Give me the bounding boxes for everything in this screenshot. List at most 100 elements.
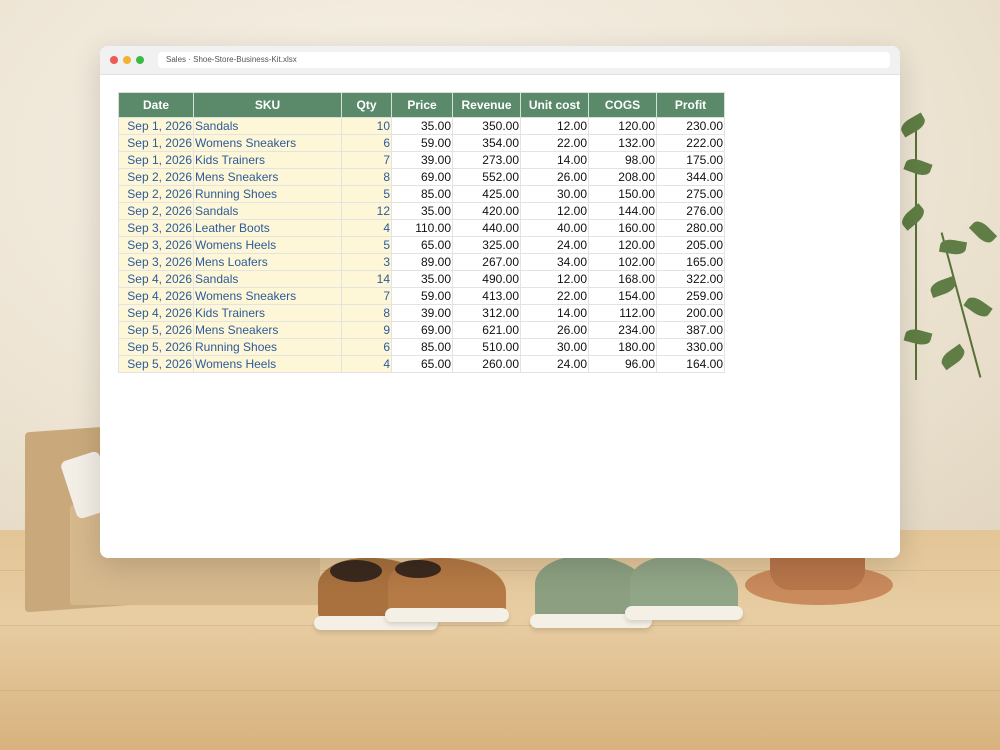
qty-cell[interactable]: 6 [341,134,392,152]
column-header-unit-cost[interactable]: Unit cost [520,92,589,118]
sku-cell[interactable]: Kids Trainers [193,151,342,169]
profit-cell[interactable]: 259.00 [656,287,725,305]
unit-cost-cell[interactable]: 34.00 [520,253,589,271]
price-cell[interactable]: 35.00 [391,117,453,135]
sku-cell[interactable]: Running Shoes [193,185,342,203]
profit-cell[interactable]: 230.00 [656,117,725,135]
date-cell[interactable]: Sep 1, 2026 [118,117,194,135]
revenue-cell[interactable]: 621.00 [452,321,521,339]
revenue-cell[interactable]: 552.00 [452,168,521,186]
cogs-cell[interactable]: 168.00 [588,270,657,288]
qty-cell[interactable]: 6 [341,338,392,356]
profit-cell[interactable]: 344.00 [656,168,725,186]
date-cell[interactable]: Sep 5, 2026 [118,338,194,356]
sku-cell[interactable]: Womens Heels [193,355,342,373]
qty-cell[interactable]: 7 [341,287,392,305]
profit-cell[interactable]: 164.00 [656,355,725,373]
cogs-cell[interactable]: 98.00 [588,151,657,169]
profit-cell[interactable]: 275.00 [656,185,725,203]
sku-cell[interactable]: Sandals [193,270,342,288]
sku-cell[interactable]: Sandals [193,202,342,220]
price-cell[interactable]: 110.00 [391,219,453,237]
date-cell[interactable]: Sep 3, 2026 [118,236,194,254]
profit-cell[interactable]: 276.00 [656,202,725,220]
column-header-profit[interactable]: Profit [656,92,725,118]
date-cell[interactable]: Sep 4, 2026 [118,270,194,288]
price-cell[interactable]: 69.00 [391,321,453,339]
date-cell[interactable]: Sep 5, 2026 [118,321,194,339]
qty-cell[interactable]: 10 [341,117,392,135]
qty-cell[interactable]: 4 [341,355,392,373]
cogs-cell[interactable]: 150.00 [588,185,657,203]
column-header-price[interactable]: Price [391,92,453,118]
profit-cell[interactable]: 280.00 [656,219,725,237]
cogs-cell[interactable]: 234.00 [588,321,657,339]
revenue-cell[interactable]: 425.00 [452,185,521,203]
revenue-cell[interactable]: 490.00 [452,270,521,288]
date-cell[interactable]: Sep 2, 2026 [118,168,194,186]
date-cell[interactable]: Sep 1, 2026 [118,134,194,152]
date-cell[interactable]: Sep 4, 2026 [118,287,194,305]
price-cell[interactable]: 39.00 [391,151,453,169]
qty-cell[interactable]: 5 [341,185,392,203]
cogs-cell[interactable]: 120.00 [588,236,657,254]
qty-cell[interactable]: 14 [341,270,392,288]
cogs-cell[interactable]: 154.00 [588,287,657,305]
unit-cost-cell[interactable]: 22.00 [520,287,589,305]
price-cell[interactable]: 39.00 [391,304,453,322]
price-cell[interactable]: 85.00 [391,338,453,356]
revenue-cell[interactable]: 260.00 [452,355,521,373]
unit-cost-cell[interactable]: 14.00 [520,304,589,322]
profit-cell[interactable]: 387.00 [656,321,725,339]
unit-cost-cell[interactable]: 12.00 [520,117,589,135]
price-cell[interactable]: 69.00 [391,168,453,186]
cogs-cell[interactable]: 144.00 [588,202,657,220]
qty-cell[interactable]: 8 [341,304,392,322]
column-header-sku[interactable]: SKU [193,92,342,118]
column-header-revenue[interactable]: Revenue [452,92,521,118]
qty-cell[interactable]: 7 [341,151,392,169]
revenue-cell[interactable]: 312.00 [452,304,521,322]
unit-cost-cell[interactable]: 14.00 [520,151,589,169]
unit-cost-cell[interactable]: 12.00 [520,270,589,288]
address-bar[interactable]: Sales · Shoe-Store-Business-Kit.xlsx [158,52,890,68]
profit-cell[interactable]: 200.00 [656,304,725,322]
unit-cost-cell[interactable]: 12.00 [520,202,589,220]
cogs-cell[interactable]: 102.00 [588,253,657,271]
qty-cell[interactable]: 4 [341,219,392,237]
sku-cell[interactable]: Mens Sneakers [193,321,342,339]
price-cell[interactable]: 89.00 [391,253,453,271]
maximize-window-button[interactable] [136,56,144,64]
qty-cell[interactable]: 5 [341,236,392,254]
revenue-cell[interactable]: 325.00 [452,236,521,254]
unit-cost-cell[interactable]: 40.00 [520,219,589,237]
unit-cost-cell[interactable]: 30.00 [520,338,589,356]
minimize-window-button[interactable] [123,56,131,64]
date-cell[interactable]: Sep 2, 2026 [118,185,194,203]
cogs-cell[interactable]: 112.00 [588,304,657,322]
date-cell[interactable]: Sep 1, 2026 [118,151,194,169]
date-cell[interactable]: Sep 2, 2026 [118,202,194,220]
date-cell[interactable]: Sep 4, 2026 [118,304,194,322]
profit-cell[interactable]: 175.00 [656,151,725,169]
price-cell[interactable]: 65.00 [391,355,453,373]
revenue-cell[interactable]: 440.00 [452,219,521,237]
qty-cell[interactable]: 8 [341,168,392,186]
price-cell[interactable]: 35.00 [391,202,453,220]
date-cell[interactable]: Sep 3, 2026 [118,219,194,237]
price-cell[interactable]: 85.00 [391,185,453,203]
sku-cell[interactable]: Leather Boots [193,219,342,237]
sku-cell[interactable]: Womens Heels [193,236,342,254]
column-header-qty[interactable]: Qty [341,92,392,118]
unit-cost-cell[interactable]: 30.00 [520,185,589,203]
price-cell[interactable]: 35.00 [391,270,453,288]
qty-cell[interactable]: 12 [341,202,392,220]
cogs-cell[interactable]: 120.00 [588,117,657,135]
sku-cell[interactable]: Running Shoes [193,338,342,356]
price-cell[interactable]: 65.00 [391,236,453,254]
qty-cell[interactable]: 3 [341,253,392,271]
revenue-cell[interactable]: 354.00 [452,134,521,152]
unit-cost-cell[interactable]: 26.00 [520,321,589,339]
profit-cell[interactable]: 322.00 [656,270,725,288]
unit-cost-cell[interactable]: 26.00 [520,168,589,186]
